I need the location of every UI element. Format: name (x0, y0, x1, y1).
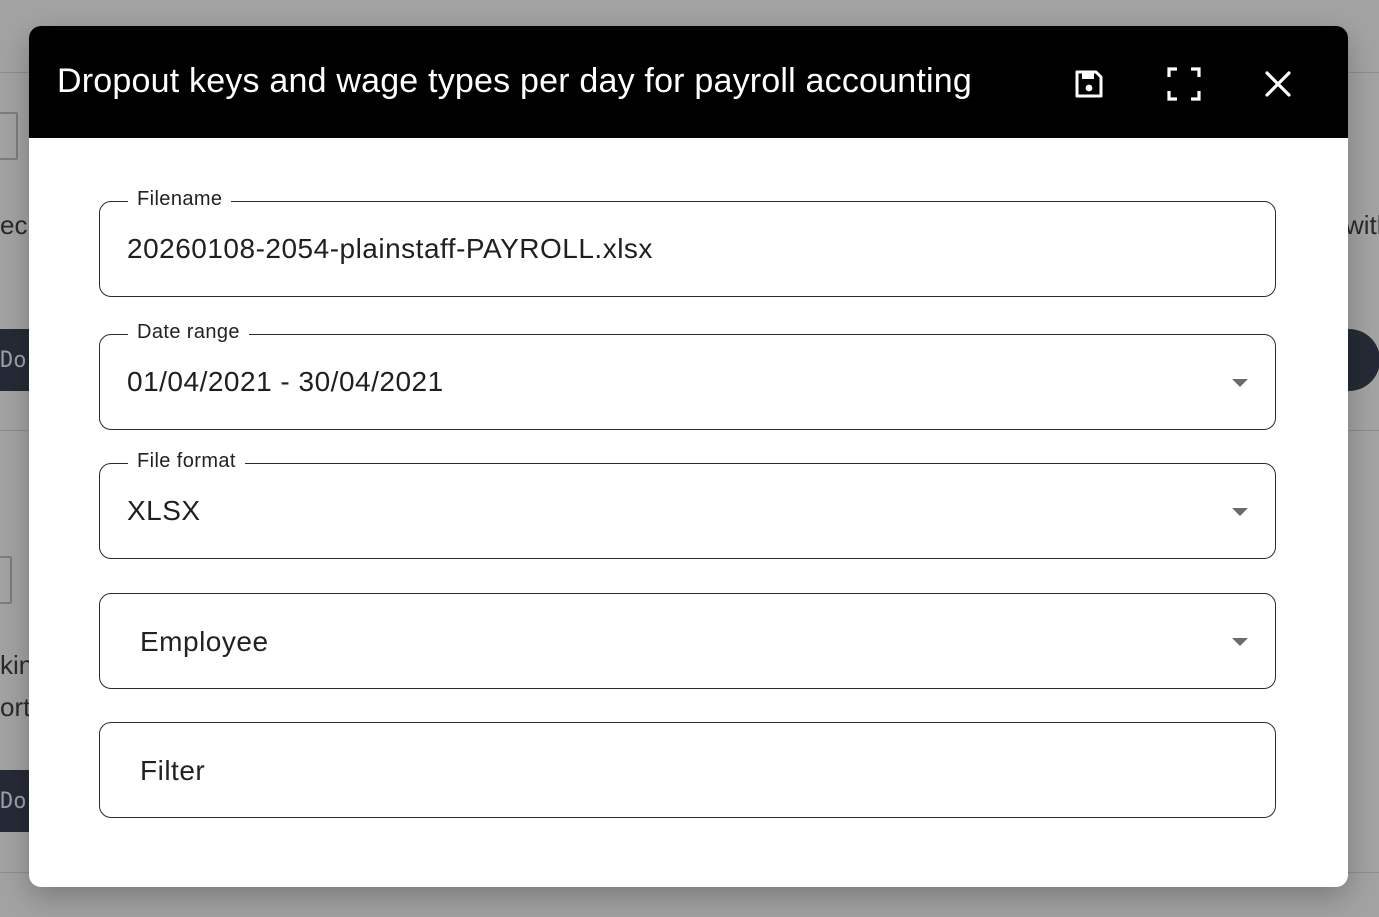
background-download-button: Do (0, 329, 30, 391)
close-button[interactable] (1258, 64, 1298, 104)
filename-value[interactable]: 20260108-2054-plainstaff-PAYROLL.xlsx (127, 233, 653, 265)
filename-label: Filename (128, 188, 232, 211)
file-format-label: File format (128, 450, 245, 473)
dialog-title: Dropout keys and wage types per day for … (57, 62, 973, 100)
background-card-text: with (1345, 210, 1379, 240)
file-format-select[interactable]: File format XLSX (99, 450, 1276, 559)
background-divider (1348, 430, 1379, 431)
background-card-text: ec (0, 210, 28, 240)
document-file-icon (0, 556, 12, 604)
fullscreen-button[interactable] (1164, 64, 1204, 104)
close-icon (1265, 71, 1291, 97)
date-range-select[interactable]: Date range 01/04/2021 - 30/04/2021 (99, 321, 1276, 430)
date-range-value: 01/04/2021 - 30/04/2021 (127, 366, 444, 397)
background-download-button: Do (0, 770, 30, 832)
dropdown-arrow-icon[interactable] (1232, 508, 1248, 516)
dropdown-arrow-icon[interactable] (1232, 379, 1248, 387)
dropdown-arrow-icon[interactable] (1232, 638, 1248, 646)
background-download-label: Do (0, 788, 27, 814)
date-range-label: Date range (128, 321, 249, 344)
filename-field[interactable]: Filename 20260108-2054-plainstaff-PAYROL… (99, 188, 1276, 297)
dialog-header: Dropout keys and wage types per day for … (29, 26, 1348, 138)
filter-field[interactable]: Filter (99, 722, 1276, 818)
export-dialog: Dropout keys and wage types per day for … (29, 26, 1348, 887)
fullscreen-icon (1167, 67, 1201, 101)
filter-placeholder: Filter (140, 755, 206, 786)
employee-select[interactable]: Employee (99, 593, 1276, 689)
spreadsheet-file-icon (0, 112, 18, 160)
file-format-value: XLSX (127, 495, 201, 526)
background-download-label: Do (0, 347, 27, 373)
background-card-text: ort (0, 692, 31, 722)
employee-placeholder: Employee (140, 626, 269, 657)
save-icon (1075, 70, 1103, 98)
save-button[interactable] (1069, 64, 1109, 104)
